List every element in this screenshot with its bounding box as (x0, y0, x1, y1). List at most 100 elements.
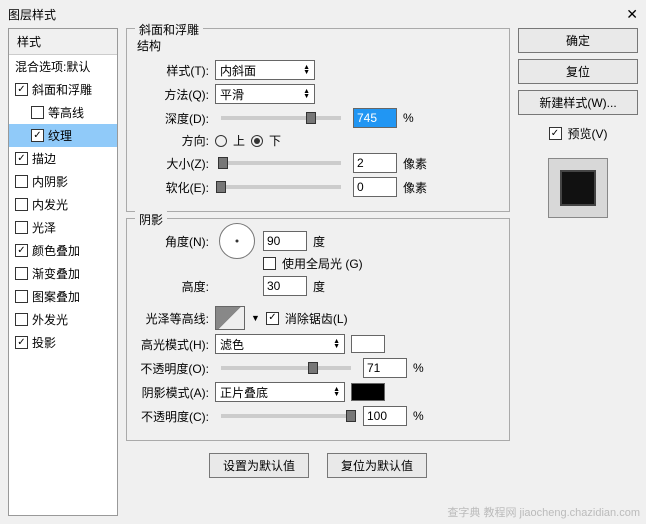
ok-button[interactable]: 确定 (518, 28, 638, 53)
style-label: 光泽 (32, 219, 56, 236)
size-input[interactable]: 2 (353, 153, 397, 173)
shadow-color-swatch[interactable] (351, 383, 385, 401)
structure-header: 结构 (137, 37, 499, 54)
style-row-3[interactable]: 描边 (9, 147, 117, 170)
altitude-label: 高度: (137, 278, 209, 295)
style-label: 等高线 (48, 104, 84, 121)
preview-thumbnail (548, 158, 608, 218)
soften-slider[interactable] (221, 185, 341, 189)
style-checkbox[interactable] (15, 83, 28, 96)
shadow-opacity-label: 不透明度(C): (137, 408, 209, 425)
chevron-down-icon[interactable]: ▼ (251, 313, 260, 323)
technique-label: 方法(Q): (137, 86, 209, 103)
depth-label: 深度(D): (137, 110, 209, 127)
reset-default-button[interactable]: 复位为默认值 (327, 453, 427, 478)
style-row-6[interactable]: 光泽 (9, 216, 117, 239)
preview-checkbox[interactable] (549, 127, 562, 140)
style-select[interactable]: 内斜面 ▲▼ (215, 60, 315, 80)
style-checkbox[interactable] (31, 129, 44, 142)
style-row-11[interactable]: 投影 (9, 331, 117, 354)
preview-label: 预览(V) (568, 125, 608, 142)
dropdown-arrows-icon: ▲▼ (333, 387, 340, 397)
direction-down-radio[interactable] (251, 135, 263, 147)
highlight-mode-select[interactable]: 滤色 ▲▼ (215, 334, 345, 354)
depth-input[interactable]: 745 (353, 108, 397, 128)
style-checkbox[interactable] (15, 175, 28, 188)
style-label: 样式(T): (137, 62, 209, 79)
style-checkbox[interactable] (31, 106, 44, 119)
styles-panel: 样式 混合选项:默认 斜面和浮雕等高线纹理描边内阴影内发光光泽颜色叠加渐变叠加图… (8, 28, 118, 516)
cancel-button[interactable]: 复位 (518, 59, 638, 84)
highlight-color-swatch[interactable] (351, 335, 385, 353)
highlight-opacity-label: 不透明度(O): (137, 360, 209, 377)
altitude-input[interactable]: 30 (263, 276, 307, 296)
window-title: 图层样式 (8, 6, 56, 23)
style-checkbox[interactable] (15, 313, 28, 326)
size-unit: 像素 (403, 155, 427, 172)
style-row-5[interactable]: 内发光 (9, 193, 117, 216)
size-slider[interactable] (221, 161, 341, 165)
depth-slider[interactable] (221, 116, 341, 120)
make-default-button[interactable]: 设置为默认值 (209, 453, 309, 478)
gloss-contour-label: 光泽等高线: (137, 310, 209, 327)
anti-alias-label: 消除锯齿(L) (285, 310, 348, 327)
style-checkbox[interactable] (15, 267, 28, 280)
style-checkbox[interactable] (15, 244, 28, 257)
style-row-0[interactable]: 斜面和浮雕 (9, 78, 117, 101)
style-value: 内斜面 (220, 62, 256, 79)
angle-input[interactable]: 90 (263, 231, 307, 251)
style-label: 颜色叠加 (32, 242, 80, 259)
dropdown-arrows-icon: ▲▼ (303, 65, 310, 75)
opacity-unit2: % (413, 409, 424, 423)
titlebar: 图层样式 ✕ (0, 0, 646, 28)
shadow-opacity-slider[interactable] (221, 414, 351, 418)
style-checkbox[interactable] (15, 290, 28, 303)
anti-alias-checkbox[interactable] (266, 312, 279, 325)
style-row-4[interactable]: 内阴影 (9, 170, 117, 193)
highlight-mode-label: 高光模式(H): (137, 336, 209, 353)
style-checkbox[interactable] (15, 198, 28, 211)
direction-down-label: 下 (269, 132, 281, 149)
technique-value: 平滑 (220, 86, 244, 103)
global-light-checkbox[interactable] (263, 257, 276, 270)
bevel-legend: 斜面和浮雕 (135, 21, 203, 38)
global-light-label: 使用全局光 (G) (282, 255, 363, 272)
styles-header: 样式 (9, 29, 117, 55)
blend-options-row[interactable]: 混合选项:默认 (9, 55, 117, 78)
style-label: 描边 (32, 150, 56, 167)
shadow-mode-select[interactable]: 正片叠底 ▲▼ (215, 382, 345, 402)
style-label: 内发光 (32, 196, 68, 213)
style-label: 图案叠加 (32, 288, 80, 305)
size-label: 大小(Z): (137, 155, 209, 172)
shadow-opacity-input[interactable]: 100 (363, 406, 407, 426)
main-layout: 样式 混合选项:默认 斜面和浮雕等高线纹理描边内阴影内发光光泽颜色叠加渐变叠加图… (0, 28, 646, 524)
direction-label: 方向: (137, 132, 209, 149)
style-row-7[interactable]: 颜色叠加 (9, 239, 117, 262)
style-checkbox[interactable] (15, 336, 28, 349)
style-row-1[interactable]: 等高线 (9, 101, 117, 124)
shadow-mode-label: 阴影模式(A): (137, 384, 209, 401)
style-label: 斜面和浮雕 (32, 81, 92, 98)
blend-options-label: 混合选项:默认 (15, 58, 90, 75)
soften-label: 软化(E): (137, 179, 209, 196)
soften-input[interactable]: 0 (353, 177, 397, 197)
new-style-button[interactable]: 新建样式(W)... (518, 90, 638, 115)
style-row-10[interactable]: 外发光 (9, 308, 117, 331)
depth-unit: % (403, 111, 414, 125)
style-checkbox[interactable] (15, 221, 28, 234)
highlight-opacity-slider[interactable] (221, 366, 351, 370)
center-panel: 斜面和浮雕 结构 样式(T): 内斜面 ▲▼ 方法(Q): 平滑 ▲▼ 深度(D… (126, 28, 510, 516)
soften-unit: 像素 (403, 179, 427, 196)
close-icon[interactable]: ✕ (626, 6, 638, 23)
gloss-contour-swatch[interactable] (215, 306, 245, 330)
angle-wheel[interactable] (219, 223, 255, 259)
style-label: 内阴影 (32, 173, 68, 190)
direction-up-label: 上 (233, 132, 245, 149)
style-checkbox[interactable] (15, 152, 28, 165)
technique-select[interactable]: 平滑 ▲▼ (215, 84, 315, 104)
style-row-8[interactable]: 渐变叠加 (9, 262, 117, 285)
highlight-opacity-input[interactable]: 71 (363, 358, 407, 378)
style-row-2[interactable]: 纹理 (9, 124, 117, 147)
style-row-9[interactable]: 图案叠加 (9, 285, 117, 308)
direction-up-radio[interactable] (215, 135, 227, 147)
